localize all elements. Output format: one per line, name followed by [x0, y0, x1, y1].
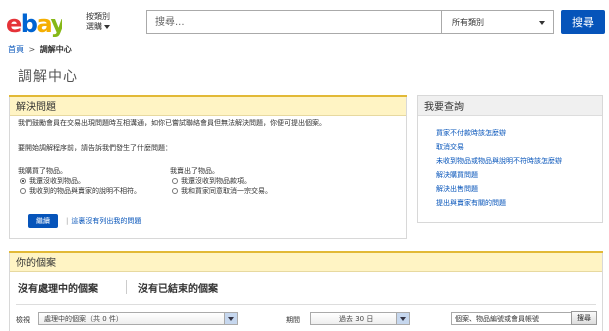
resolve-problem-panel: 解決問題 我們鼓勵會員在交易出現問題時互相溝通，如你已嘗試聯絡會員但無法解決問題…	[9, 95, 407, 239]
resolve-intro-text: 我們鼓勵會員在交易出現問題時互相溝通，如你已嘗試聯絡會員但無法解決問題，你便可提…	[18, 119, 326, 127]
case-search-input[interactable]	[451, 312, 577, 325]
radio-icon[interactable]	[172, 178, 178, 184]
help-link-resolve-buying[interactable]: 解決購買問題	[436, 170, 478, 180]
shop-by-category-button[interactable]: 按類別 選購	[86, 12, 126, 34]
search-input[interactable]	[146, 10, 441, 34]
category-line-2: 選購	[86, 22, 102, 31]
chevron-down-icon[interactable]	[224, 313, 237, 324]
logo-letter-a: a	[36, 10, 51, 38]
chevron-down-icon[interactable]	[396, 313, 409, 324]
breadcrumb: 首頁 > 調解中心	[8, 44, 72, 55]
radio-label: 我和買家同意取消一宗交易。	[181, 187, 272, 195]
view-label: 檢視	[16, 316, 30, 324]
tab-divider	[126, 280, 127, 294]
resolve-panel-title: 解決問題	[10, 96, 406, 116]
radio-cancel-transaction[interactable]: 我和買家同意取消一宗交易。	[172, 186, 272, 196]
radio-not-as-described[interactable]: 我收到的物品與賣家的說明不相符。	[20, 186, 141, 196]
help-link-cancel-transaction[interactable]: 取消交易	[436, 142, 464, 152]
view-filter-select[interactable]: 處理中的個案（共 0 件）	[38, 312, 238, 325]
panel-accent-bar	[9, 251, 603, 253]
page-title: 調解中心	[18, 69, 78, 85]
help-link-report-seller[interactable]: 提出與賣家有關的問題	[436, 198, 506, 208]
category-select-value: 所有類別	[452, 17, 484, 27]
logo-letter-b: b	[21, 10, 38, 38]
query-panel-title: 我要查詢	[418, 96, 602, 116]
ebay-logo[interactable]: ebay	[6, 6, 68, 40]
chevron-down-icon	[539, 21, 545, 25]
help-link-buyer-no-pay[interactable]: 買家不付款時該怎麼辦	[436, 128, 506, 138]
svg-text:ebay: ebay	[6, 10, 62, 38]
cases-panel-title: 你的個案	[10, 252, 602, 272]
continue-button[interactable]: 繼續	[28, 214, 58, 228]
logo-letter-e: e	[6, 10, 22, 38]
breadcrumb-separator: >	[28, 45, 36, 54]
radio-icon[interactable]	[20, 188, 26, 194]
breadcrumb-home-link[interactable]: 首頁	[8, 45, 24, 54]
divider	[16, 304, 596, 305]
category-select[interactable]: 所有類別	[441, 10, 554, 34]
chevron-down-icon	[104, 25, 110, 29]
link-divider: |	[66, 217, 69, 225]
tab-closed-cases[interactable]: 沒有已結束的個案	[138, 280, 218, 295]
logo-letter-y: y	[50, 10, 62, 38]
period-filter-value: 過去 30 日	[339, 314, 374, 323]
radio-label: 我還沒收到物品款項。	[181, 177, 251, 185]
breadcrumb-current: 調解中心	[39, 45, 72, 54]
category-line-1: 按類別	[86, 12, 110, 21]
problem-not-listed-text[interactable]: 這裏沒有列出我的問題	[71, 217, 141, 225]
radio-label: 我收到的物品與賣家的說明不相符。	[29, 187, 141, 195]
view-filter-value: 處理中的個案（共 0 件）	[44, 314, 123, 323]
buyer-heading: 我購買了物品。	[18, 167, 67, 175]
case-search-button[interactable]: 搜尋	[571, 311, 597, 325]
help-link-resolve-selling[interactable]: 解決出售問題	[436, 184, 478, 194]
panel-accent-bar	[9, 95, 407, 97]
period-label: 期間	[286, 316, 300, 324]
radio-not-paid[interactable]: 我還沒收到物品款項。	[172, 176, 251, 186]
radio-label: 我還沒收到物品。	[29, 177, 85, 185]
tab-open-cases[interactable]: 沒有處理中的個案	[18, 280, 98, 295]
search-button[interactable]: 搜尋	[561, 10, 605, 34]
radio-selected-icon[interactable]	[20, 178, 26, 184]
problem-not-listed-link[interactable]: | 這裏沒有列出我的問題	[66, 216, 141, 226]
period-filter-select[interactable]: 過去 30 日	[310, 312, 410, 325]
help-query-panel: 我要查詢 買家不付款時該怎麼辦 取消交易 未收到物品或物品與說明不符時該怎麼辦 …	[417, 95, 603, 223]
resolve-prompt-text: 要開始調解程序前，請告訴我們發生了什麼問題：	[18, 144, 172, 152]
your-cases-panel: 你的個案 沒有處理中的個案 沒有已結束的個案 檢視 處理中的個案（共 0 件） …	[9, 251, 603, 331]
seller-heading: 我賣出了物品。	[170, 167, 219, 175]
radio-icon[interactable]	[172, 188, 178, 194]
radio-not-received[interactable]: 我還沒收到物品。	[20, 176, 85, 186]
category-line-2-wrap: 選購	[86, 22, 126, 32]
help-link-not-received[interactable]: 未收到物品或物品與說明不符時該怎麼辦	[436, 156, 562, 166]
